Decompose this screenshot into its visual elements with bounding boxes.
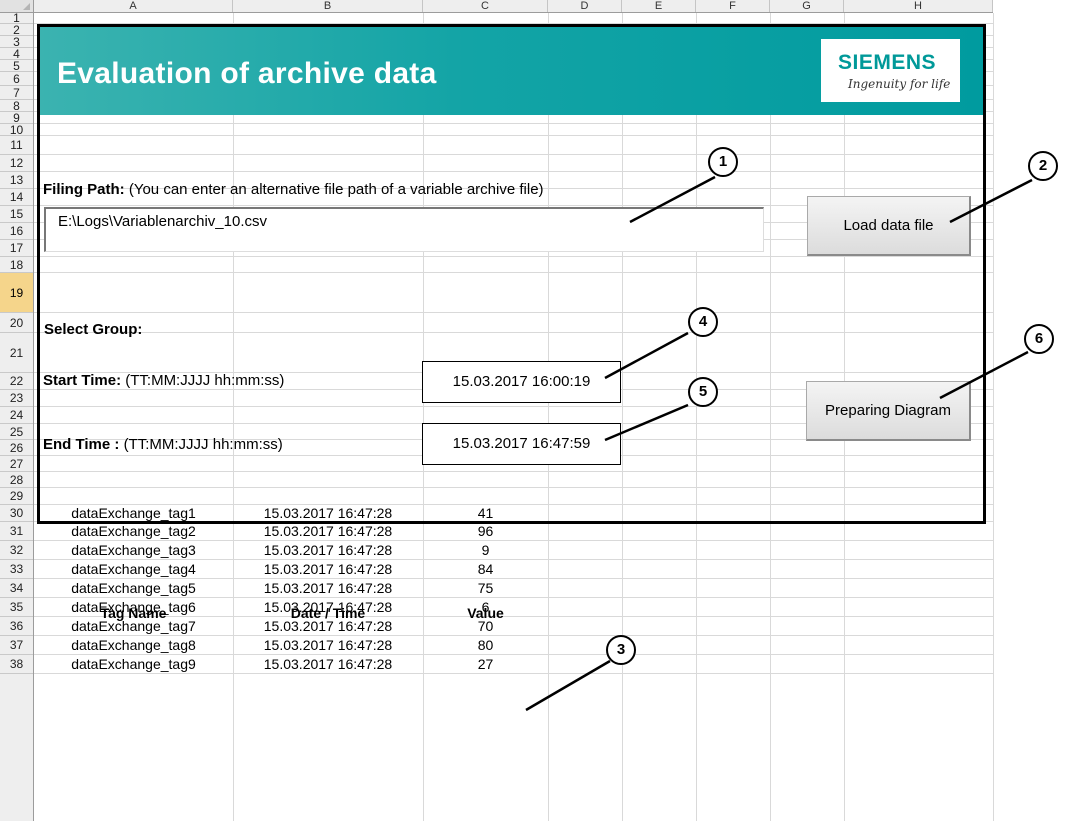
callout-5: 5 [688,377,718,407]
callout-6: 6 [1024,324,1054,354]
tag-name-cell[interactable]: dataExchange_tag8 [34,637,233,654]
date-time-cell[interactable]: 15.03.2017 16:47:28 [233,523,423,540]
value-cell[interactable]: 6 [423,599,548,616]
date-time-cell[interactable]: 15.03.2017 16:47:28 [233,637,423,654]
tag-name-cell[interactable]: dataExchange_tag3 [34,542,233,559]
value-cell[interactable]: 80 [423,637,548,654]
value-cell[interactable]: 27 [423,656,548,673]
callout-leader-lines [525,175,1033,712]
date-time-cell[interactable]: 15.03.2017 16:47:28 [233,542,423,559]
callout-2: 2 [1028,151,1058,181]
callout-1: 1 [708,147,738,177]
tag-name-cell[interactable]: dataExchange_tag6 [34,599,233,616]
value-cell[interactable]: 96 [423,523,548,540]
tag-name-cell[interactable]: dataExchange_tag5 [34,580,233,597]
date-time-cell[interactable]: 15.03.2017 16:47:28 [233,561,423,578]
value-cell[interactable]: 70 [423,618,548,635]
date-time-cell[interactable]: 15.03.2017 16:47:28 [233,656,423,673]
callout-4: 4 [688,307,718,337]
tag-name-cell[interactable]: dataExchange_tag1 [34,506,233,521]
value-cell[interactable]: 84 [423,561,548,578]
date-time-cell[interactable]: 15.03.2017 16:47:28 [233,599,423,616]
value-cell[interactable]: 41 [423,506,548,521]
date-time-cell[interactable]: 15.03.2017 16:47:28 [233,506,423,521]
tag-name-cell[interactable]: dataExchange_tag4 [34,561,233,578]
value-cell[interactable]: 9 [423,542,548,559]
value-cell[interactable]: 75 [423,580,548,597]
date-time-cell[interactable]: 15.03.2017 16:47:28 [233,618,423,635]
tag-name-cell[interactable]: dataExchange_tag7 [34,618,233,635]
date-time-cell[interactable]: 15.03.2017 16:47:28 [233,580,423,597]
tag-name-cell[interactable]: dataExchange_tag2 [34,523,233,540]
callout-3: 3 [606,635,636,665]
tag-name-cell[interactable]: dataExchange_tag9 [34,656,233,673]
